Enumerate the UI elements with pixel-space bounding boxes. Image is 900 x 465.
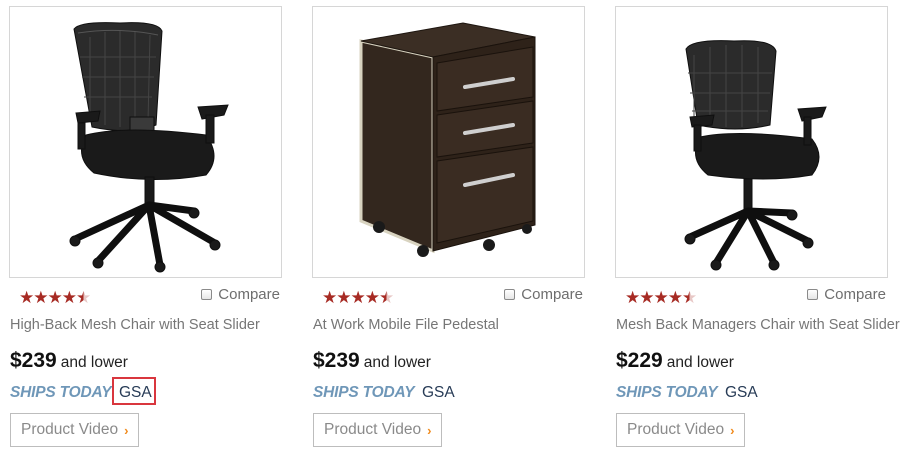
product-video-label: Product Video [21,421,119,438]
product-price: $229 and lower [616,349,734,373]
compare-toggle[interactable]: Compare [504,285,583,303]
product-title[interactable]: High-Back Mesh Chair with Seat Slider [10,317,260,333]
star-icon: ★ [33,288,48,307]
price-suffix: and lower [60,354,128,371]
price-suffix: and lower [363,354,431,371]
chair-icon [684,40,827,271]
product-video-label: Product Video [324,421,422,438]
chair-icon [69,22,229,273]
compare-label[interactable]: Compare [218,286,280,303]
star-rating: ★★★★★ [625,288,697,307]
star-icon: ★ [350,288,366,307]
star-icon: ★ [364,288,380,307]
ships-today-label: SHIPS TODAY [10,384,112,401]
product-card: ★★★★★ Compare High-Back Mesh Chair with … [8,0,284,465]
price-suffix: and lower [666,354,734,371]
product-video-label: Product Video [627,421,725,438]
product-video-button[interactable]: Product Video › [313,413,443,447]
product-image[interactable] [312,6,585,278]
ships-today-label: SHIPS TODAY [313,384,415,401]
checkbox-icon[interactable] [201,288,213,300]
compare-toggle[interactable]: Compare [807,285,886,303]
product-video-button[interactable]: Product Video › [616,413,746,447]
price-amount: $229 [616,349,663,372]
product-card: ★★★★★ Compare Mesh Back Managers Chair w… [614,0,900,465]
star-icon: ★ [322,288,337,307]
product-price: $239 and lower [10,349,128,373]
product-image[interactable] [615,6,888,278]
product-image[interactable] [9,6,282,278]
checkbox-icon[interactable] [504,288,516,300]
product-price: $239 and lower [313,349,431,373]
chevron-right-icon: › [427,422,432,438]
gsa-label: GSA [725,384,758,401]
star-rating: ★★★★★ [322,288,394,307]
star-icon: ★ [653,288,669,307]
star-icon: ★ [47,288,63,307]
gsa-label: GSA [422,384,455,401]
product-title[interactable]: At Work Mobile File Pedestal [313,317,499,333]
star-icon: ★ [667,288,683,307]
half-star-icon: ★ [76,288,91,307]
chevron-right-icon: › [124,422,129,438]
star-icon: ★ [625,288,640,307]
compare-label[interactable]: Compare [521,286,583,303]
gsa-highlight [112,377,156,405]
half-star-icon: ★ [682,288,697,307]
price-amount: $239 [313,349,360,372]
product-video-button[interactable]: Product Video › [10,413,140,447]
star-rating: ★★★★★ [19,288,91,307]
compare-toggle[interactable]: Compare [201,285,280,303]
star-icon: ★ [61,288,77,307]
checkbox-icon[interactable] [807,288,819,300]
chevron-right-icon: › [730,422,735,438]
compare-label[interactable]: Compare [824,286,886,303]
file-pedestal-icon [359,22,536,257]
half-star-icon: ★ [379,288,394,307]
product-title[interactable]: Mesh Back Managers Chair with Seat Slide… [616,317,900,333]
star-icon: ★ [639,288,654,307]
product-card: ★★★★★ Compare At Work Mobile File Pedest… [311,0,587,465]
star-icon: ★ [19,288,34,307]
ships-today-label: SHIPS TODAY [616,384,718,401]
star-icon: ★ [336,288,351,307]
price-amount: $239 [10,349,57,372]
